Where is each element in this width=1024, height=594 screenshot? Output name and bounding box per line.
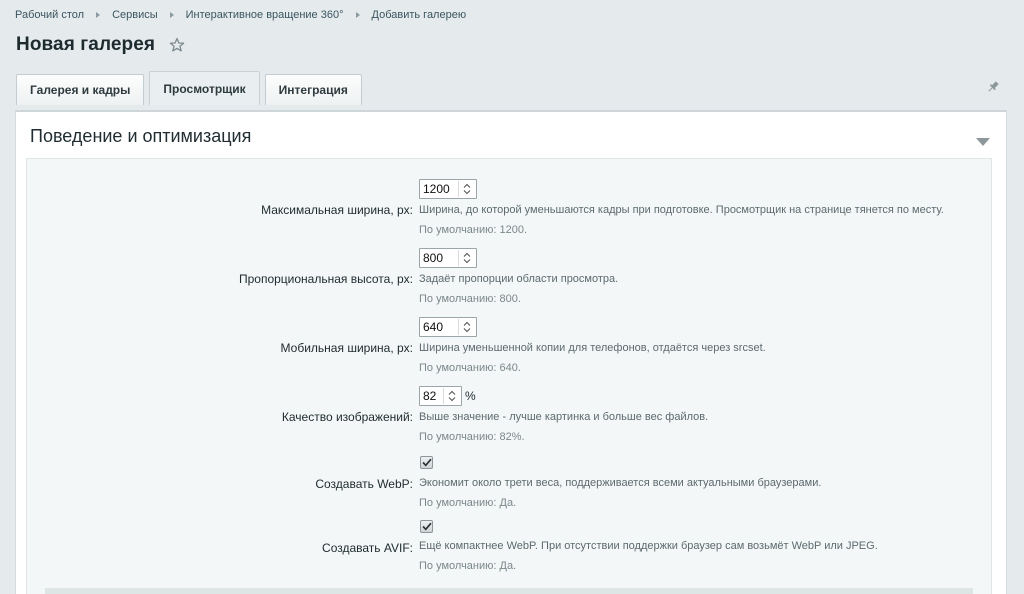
create-avif-label: Создавать AVIF: bbox=[322, 541, 413, 555]
page-title: Новая галерея bbox=[16, 34, 156, 55]
field-control bbox=[420, 456, 433, 469]
section-header[interactable]: Поведение и оптимизация bbox=[26, 114, 992, 159]
field-control: 1200 bbox=[419, 179, 477, 199]
checkmark-icon bbox=[421, 522, 432, 531]
input-value: 800 bbox=[423, 251, 444, 265]
section-body: 1200 Максимальная ширина, px: Ширина, до… bbox=[26, 159, 992, 594]
tab-integration[interactable]: Интеграция bbox=[264, 74, 362, 105]
proportional-height-hint: Задаёт пропорции области просмотра. bbox=[419, 273, 619, 285]
spinner-icon[interactable] bbox=[458, 181, 474, 197]
create-webp-hint: Экономит около трети веса, поддерживаетс… bbox=[419, 477, 822, 489]
breadcrumb-separator-icon bbox=[96, 12, 101, 18]
image-quality-label: Качество изображений: bbox=[281, 410, 413, 424]
pin-icon[interactable] bbox=[986, 80, 1000, 94]
proportional-height-default: По умолчанию: 800. bbox=[419, 293, 521, 305]
field-control: 82 % bbox=[419, 386, 476, 406]
create-avif-checkbox[interactable] bbox=[420, 520, 433, 533]
create-avif-default: По умолчанию: Да. bbox=[419, 560, 517, 572]
field-control: 640 bbox=[419, 317, 477, 337]
image-quality-input[interactable]: 82 bbox=[419, 386, 462, 406]
max-width-hint: Ширина, до которой уменьшаются кадры при… bbox=[419, 204, 944, 216]
tab-viewer[interactable]: Просмотрщик bbox=[149, 71, 260, 105]
create-webp-default: По умолчанию: Да. bbox=[419, 497, 517, 509]
spinner-icon[interactable] bbox=[458, 250, 474, 266]
field-control bbox=[420, 520, 433, 533]
max-width-default: По умолчанию: 1200. bbox=[419, 224, 528, 236]
mobile-width-input[interactable]: 640 bbox=[419, 317, 477, 337]
input-value: 82 bbox=[423, 389, 437, 403]
mobile-width-hint: Ширина уменьшенной копии для телефонов, … bbox=[419, 342, 766, 354]
tab-bar: Галерея и кадры Просмотрщик Интеграция bbox=[16, 71, 367, 105]
mobile-width-label: Мобильная ширина, px: bbox=[280, 341, 413, 355]
input-value: 1200 bbox=[423, 182, 450, 196]
star-outline-icon[interactable] bbox=[169, 37, 185, 53]
settings-panel: Поведение и оптимизация 1200 Максимальна… bbox=[15, 110, 1007, 594]
field-control: 800 bbox=[419, 248, 477, 268]
input-value: 640 bbox=[423, 320, 444, 334]
create-avif-hint: Ещё компактнее WebP. При отсутствии подд… bbox=[419, 540, 878, 552]
checkmark-icon bbox=[421, 458, 432, 467]
footer-bar bbox=[45, 588, 973, 594]
tab-gallery-frames[interactable]: Галерея и кадры bbox=[16, 74, 145, 105]
breadcrumb-item-desktop[interactable]: Рабочий стол bbox=[15, 9, 84, 21]
title-row: Новая галерея bbox=[16, 34, 185, 56]
triangle-down-icon[interactable] bbox=[976, 133, 990, 146]
image-quality-default: По умолчанию: 82%. bbox=[419, 431, 525, 443]
proportional-height-label: Пропорциональная высота, px: bbox=[238, 272, 413, 286]
breadcrumb-item-360-rotation[interactable]: Интерактивное вращение 360° bbox=[186, 9, 344, 21]
image-quality-hint: Выше значение - лучше картинка и больше … bbox=[419, 411, 709, 423]
proportional-height-input[interactable]: 800 bbox=[419, 248, 477, 268]
section-title: Поведение и оптимизация bbox=[30, 126, 252, 146]
max-width-input[interactable]: 1200 bbox=[419, 179, 477, 199]
breadcrumb-separator-icon bbox=[169, 12, 174, 18]
breadcrumb-item-add-gallery[interactable]: Добавить галерею bbox=[372, 9, 467, 21]
spinner-icon[interactable] bbox=[443, 388, 459, 404]
breadcrumb-separator-icon bbox=[355, 12, 360, 18]
mobile-width-default: По умолчанию: 640. bbox=[419, 362, 521, 374]
max-width-label: Максимальная ширина, px: bbox=[261, 203, 413, 217]
create-webp-checkbox[interactable] bbox=[420, 456, 433, 469]
create-webp-label: Создавать WebP: bbox=[315, 477, 413, 491]
spinner-icon[interactable] bbox=[458, 319, 474, 335]
percent-unit: % bbox=[465, 389, 476, 403]
breadcrumb-item-services[interactable]: Сервисы bbox=[112, 9, 158, 21]
breadcrumb: Рабочий стол Сервисы Интерактивное враще… bbox=[15, 9, 466, 21]
